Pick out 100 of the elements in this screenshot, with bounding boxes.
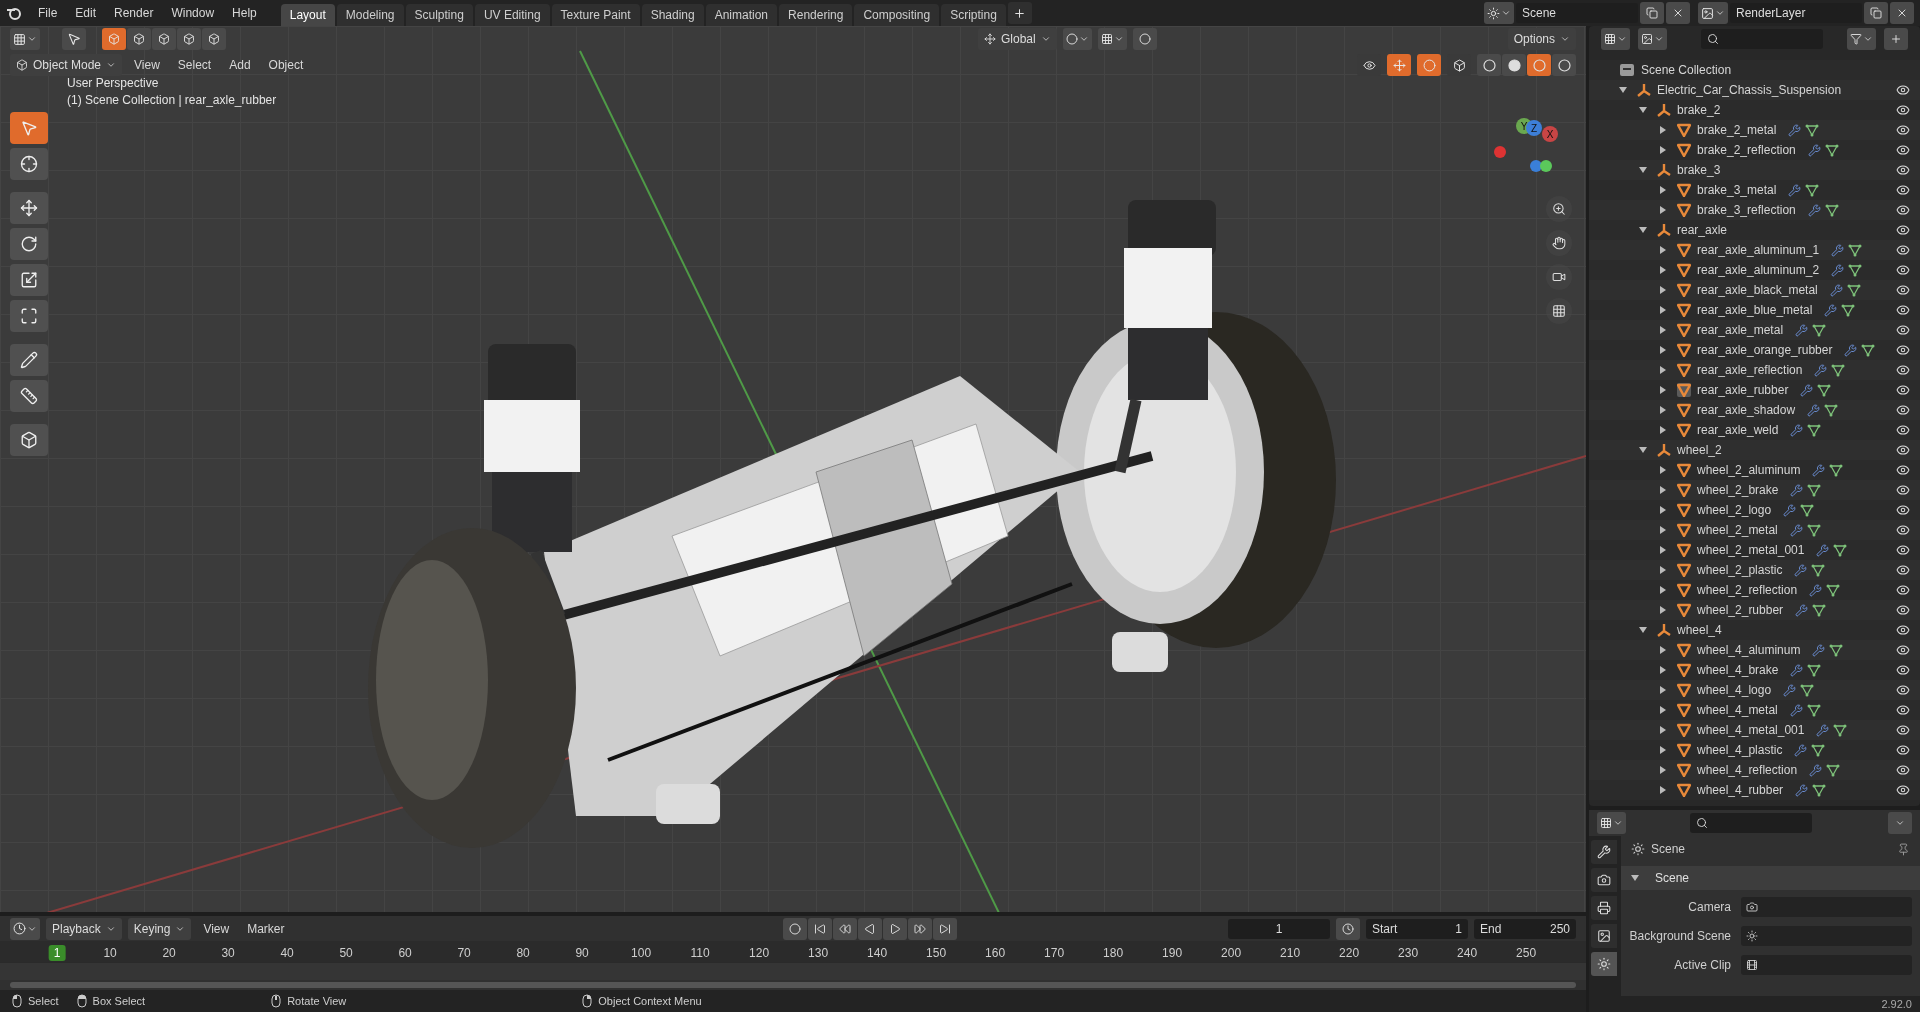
expand-arrow-icon[interactable] — [1659, 326, 1667, 334]
outliner-row[interactable]: rear_axle_black_metal — [1589, 280, 1920, 300]
playback-button[interactable] — [807, 917, 832, 940]
close-button[interactable] — [1666, 2, 1690, 24]
viewport-menu-item[interactable]: Object — [262, 56, 310, 74]
menu-item[interactable]: Help — [224, 3, 265, 23]
view-layer-button[interactable] — [1638, 28, 1667, 50]
outliner-row[interactable]: wheel_4_reflection — [1589, 760, 1920, 780]
expand-arrow-icon[interactable] — [1659, 306, 1667, 314]
expand-arrow-icon[interactable] — [1659, 586, 1667, 594]
timeline-dropdown[interactable]: Playback — [46, 917, 122, 940]
viewport-toggle-button[interactable] — [1417, 54, 1441, 76]
start-frame-field[interactable]: Start 1 — [1366, 918, 1468, 939]
view-layer-field[interactable]: RenderLayer — [1730, 3, 1862, 23]
expand-arrow-icon[interactable] — [1659, 666, 1667, 674]
outliner-row[interactable]: wheel_2_metal — [1589, 520, 1920, 540]
tool-button[interactable] — [10, 344, 48, 376]
expand-arrow-icon[interactable] — [1659, 686, 1667, 694]
preview-range-button[interactable] — [1336, 917, 1360, 940]
close-button[interactable] — [1890, 2, 1914, 24]
expand-arrow-icon[interactable] — [1659, 386, 1667, 394]
editor-type-button[interactable] — [1597, 812, 1626, 834]
collapse-arrow-icon[interactable] — [1639, 446, 1647, 454]
menu-item[interactable]: Render — [106, 3, 162, 23]
tool-button[interactable] — [10, 228, 48, 260]
expand-arrow-icon[interactable] — [1659, 646, 1667, 654]
timeline-menu-item[interactable]: View — [197, 919, 236, 938]
workspace-tab[interactable]: Layout — [280, 4, 335, 26]
mode-dropdown[interactable]: Object Mode — [10, 54, 123, 76]
copy-button[interactable] — [1640, 2, 1664, 24]
properties-tab[interactable] — [1591, 840, 1617, 864]
select-tool-button[interactable] — [62, 28, 86, 50]
property-field[interactable] — [1741, 896, 1912, 917]
options-dropdown[interactable]: Options — [1507, 28, 1576, 50]
expand-arrow-icon[interactable] — [1659, 126, 1667, 134]
outliner-row[interactable]: wheel_2_brake — [1589, 480, 1920, 500]
outliner-row[interactable]: rear_axle_aluminum_1 — [1589, 240, 1920, 260]
playback-button[interactable] — [782, 917, 807, 940]
view-layer-selector-button[interactable] — [1698, 2, 1728, 24]
zoom-button[interactable] — [1546, 196, 1572, 222]
expand-arrow-icon[interactable] — [1659, 406, 1667, 414]
outliner-row[interactable]: wheel_2_plastic — [1589, 560, 1920, 580]
workspace-tab[interactable]: Shading — [641, 4, 704, 26]
viewport-menu-item[interactable]: Select — [171, 56, 218, 74]
workspace-tab[interactable]: Sculpting — [405, 4, 473, 26]
playback-button[interactable] — [907, 917, 932, 940]
collapse-arrow-icon[interactable] — [1639, 226, 1647, 234]
outliner-row[interactable]: Electric_Car_Chassis_Suspension — [1589, 80, 1920, 100]
shading-mode-button[interactable] — [1527, 54, 1551, 76]
outliner-row[interactable]: brake_3_reflection — [1589, 200, 1920, 220]
playback-button[interactable] — [832, 917, 857, 940]
navigation-gizmo[interactable]: X Y Z — [1488, 116, 1568, 186]
expand-arrow-icon[interactable] — [1659, 726, 1667, 734]
outliner-row[interactable]: wheel_4_logo — [1589, 680, 1920, 700]
properties-tab[interactable] — [1591, 868, 1617, 892]
collapse-arrow-icon[interactable] — [1619, 86, 1627, 94]
scrollbar[interactable] — [10, 982, 1576, 989]
property-field[interactable] — [1741, 925, 1912, 946]
shading-mode-button[interactable] — [1552, 54, 1576, 76]
selection-mode-button[interactable] — [202, 28, 226, 50]
playback-button[interactable] — [882, 917, 907, 940]
expand-arrow-icon[interactable] — [1659, 606, 1667, 614]
outliner-row[interactable]: wheel_2 — [1589, 440, 1920, 460]
expand-arrow-icon[interactable] — [1659, 746, 1667, 754]
copy-button[interactable] — [1864, 2, 1888, 24]
outliner-row[interactable]: brake_3 — [1589, 160, 1920, 180]
expand-arrow-icon[interactable] — [1659, 366, 1667, 374]
workspace-tab[interactable]: Modeling — [336, 4, 404, 26]
expand-arrow-icon[interactable] — [1659, 506, 1667, 514]
orientation-dropdown[interactable]: Global — [978, 28, 1057, 50]
viewport-toggle-button[interactable] — [1387, 54, 1411, 76]
tool-button[interactable] — [10, 424, 48, 456]
timeline-dropdown[interactable]: Keying — [127, 917, 192, 940]
outliner-row[interactable]: rear_axle_reflection — [1589, 360, 1920, 380]
pan-button[interactable] — [1546, 230, 1572, 256]
perspective-toggle-button[interactable] — [1546, 298, 1572, 324]
expand-arrow-icon[interactable] — [1659, 426, 1667, 434]
collapse-arrow-icon[interactable] — [1631, 874, 1639, 882]
filter-button[interactable] — [1847, 28, 1876, 50]
outliner-row[interactable]: wheel_2_rubber — [1589, 600, 1920, 620]
current-frame-field[interactable]: 1 — [1228, 918, 1330, 939]
tool-button[interactable] — [10, 148, 48, 180]
expand-arrow-icon[interactable] — [1659, 526, 1667, 534]
menu-item[interactable]: Edit — [67, 3, 105, 23]
outliner-row[interactable]: rear_axle_shadow — [1589, 400, 1920, 420]
end-frame-field[interactable]: End 250 — [1474, 918, 1576, 939]
expand-arrow-icon[interactable] — [1659, 786, 1667, 794]
search-field[interactable] — [1701, 29, 1823, 49]
tool-button[interactable] — [10, 380, 48, 412]
properties-tab[interactable] — [1591, 896, 1617, 920]
expand-arrow-icon[interactable] — [1659, 486, 1667, 494]
panel-header[interactable]: Scene — [1621, 866, 1920, 890]
properties-tab[interactable] — [1591, 924, 1617, 948]
workspace-tab[interactable]: Scripting — [941, 4, 1006, 26]
selection-mode-button[interactable] — [102, 28, 126, 50]
menu-item[interactable]: Window — [163, 3, 223, 23]
property-field[interactable] — [1741, 954, 1912, 975]
expand-arrow-icon[interactable] — [1659, 286, 1667, 294]
tool-button[interactable] — [10, 192, 48, 224]
playback-button[interactable] — [932, 917, 957, 940]
